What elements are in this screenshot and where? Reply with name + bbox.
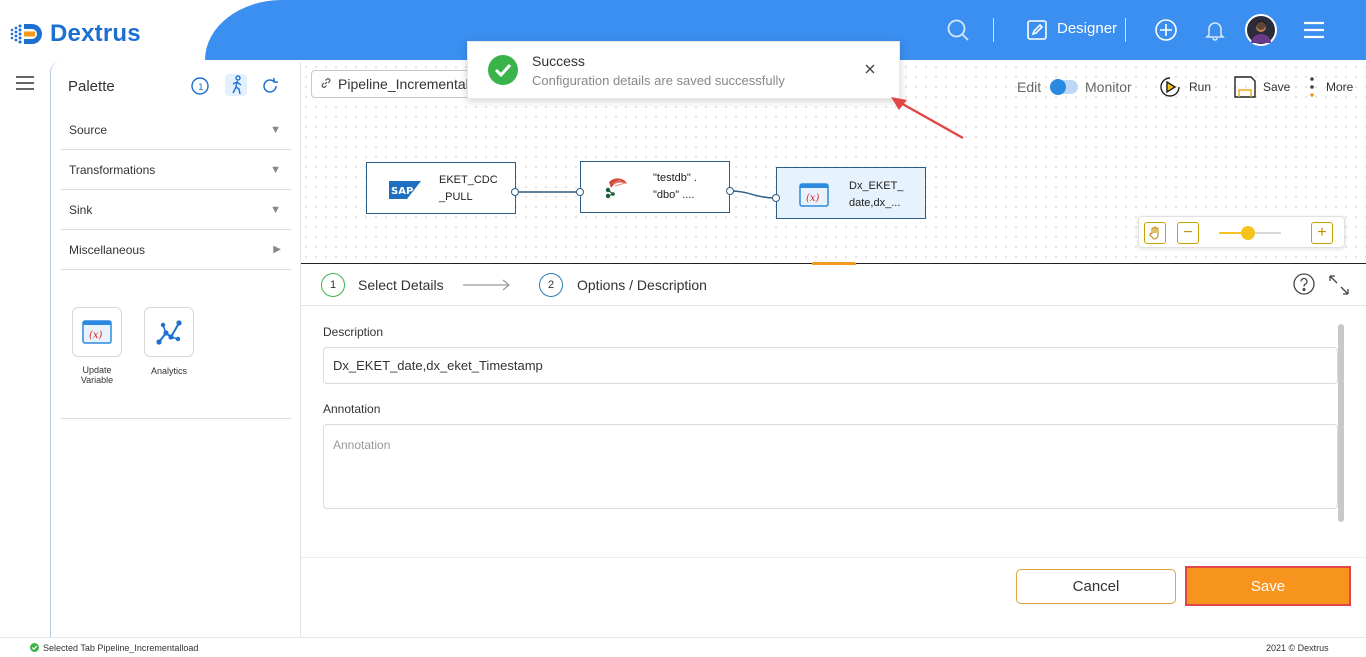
toggle-knob	[1050, 79, 1066, 95]
step-1-indicator[interactable]: 1	[321, 273, 345, 297]
zoom-controls: − +	[1138, 216, 1345, 248]
node-input-port[interactable]	[772, 194, 780, 202]
step-number: 1	[329, 279, 337, 291]
zoom-slider-knob[interactable]	[1240, 226, 1255, 240]
edit-monitor-toggle[interactable]	[1050, 79, 1078, 95]
annotation-placeholder: Annotation	[333, 438, 391, 452]
node-output-port[interactable]	[511, 188, 519, 196]
arrow-right-icon	[463, 278, 511, 296]
node-label: date,dx_...	[849, 197, 901, 209]
database-icon	[603, 176, 631, 207]
success-check-icon	[488, 55, 518, 90]
save-disk-icon[interactable]	[1233, 73, 1257, 104]
node-label: "testdb" .	[653, 172, 697, 184]
help-icon[interactable]	[1293, 273, 1315, 300]
variable-icon: (x)	[799, 183, 829, 212]
node-label: EKET_CDC	[439, 174, 498, 186]
monitor-mode-label[interactable]: Monitor	[1085, 79, 1132, 95]
selected-tab-status: Selected Tab Pipeline_Incrementalload	[43, 643, 199, 653]
close-icon[interactable]	[864, 62, 876, 80]
node-label: _PULL	[439, 191, 473, 203]
node-label: "dbo" ....	[653, 189, 695, 201]
step-2-label[interactable]: Options / Description	[577, 277, 707, 293]
save-button[interactable]: Save	[1185, 566, 1351, 606]
annotation-textarea[interactable]: Annotation	[323, 424, 1338, 509]
copyright-text: 2021 © Dextrus	[1266, 643, 1329, 653]
step-1-label[interactable]: Select Details	[358, 277, 444, 293]
sap-icon: SAP	[389, 181, 421, 204]
pan-hand-icon[interactable]	[1144, 222, 1166, 244]
details-scrollbar[interactable]	[1338, 324, 1344, 522]
run-icon[interactable]	[1157, 74, 1183, 105]
toolbar-save-button[interactable]: Save	[1263, 80, 1290, 94]
annotation-arrow	[891, 97, 964, 140]
toast-title: Success	[532, 53, 585, 69]
divider	[301, 305, 1366, 306]
zoom-out-button[interactable]: −	[1177, 222, 1199, 244]
run-button[interactable]: Run	[1189, 80, 1211, 94]
description-value: Dx_EKET_date,dx_eket_Timestamp	[333, 358, 543, 373]
node-input-port[interactable]	[576, 188, 584, 196]
node-output-port[interactable]	[726, 187, 734, 195]
more-button[interactable]: More	[1326, 80, 1353, 94]
node-label: Dx_EKET_	[849, 180, 904, 192]
zoom-in-button[interactable]: +	[1311, 222, 1333, 244]
pipeline-node-variable[interactable]: (x) Dx_EKET_ date,dx_...	[776, 167, 926, 219]
success-toast: Success Configuration details are saved …	[467, 41, 900, 99]
edit-mode-label[interactable]: Edit	[1017, 79, 1041, 95]
step-2-indicator[interactable]: 2	[539, 273, 563, 297]
zoom-slider[interactable]	[1219, 226, 1281, 240]
pipeline-node-sap[interactable]: SAP EKET_CDC _PULL	[366, 162, 516, 214]
divider	[301, 557, 1366, 558]
description-label: Description	[323, 325, 384, 339]
step-number: 2	[547, 279, 555, 291]
status-bar: Selected Tab Pipeline_Incrementalload 20…	[0, 637, 1366, 657]
status-ok-icon	[30, 643, 39, 654]
toast-message: Configuration details are saved successf…	[532, 73, 785, 88]
expand-icon[interactable]	[1328, 274, 1350, 301]
description-input[interactable]: Dx_EKET_date,dx_eket_Timestamp	[323, 347, 1338, 384]
svg-text:SAP: SAP	[391, 186, 413, 197]
svg-text:(x): (x)	[806, 193, 820, 204]
annotation-label: Annotation	[323, 402, 381, 416]
cancel-button[interactable]: Cancel	[1016, 569, 1176, 604]
pipeline-node-database[interactable]: "testdb" . "dbo" ....	[580, 161, 730, 213]
more-vertical-icon[interactable]	[1308, 75, 1316, 104]
